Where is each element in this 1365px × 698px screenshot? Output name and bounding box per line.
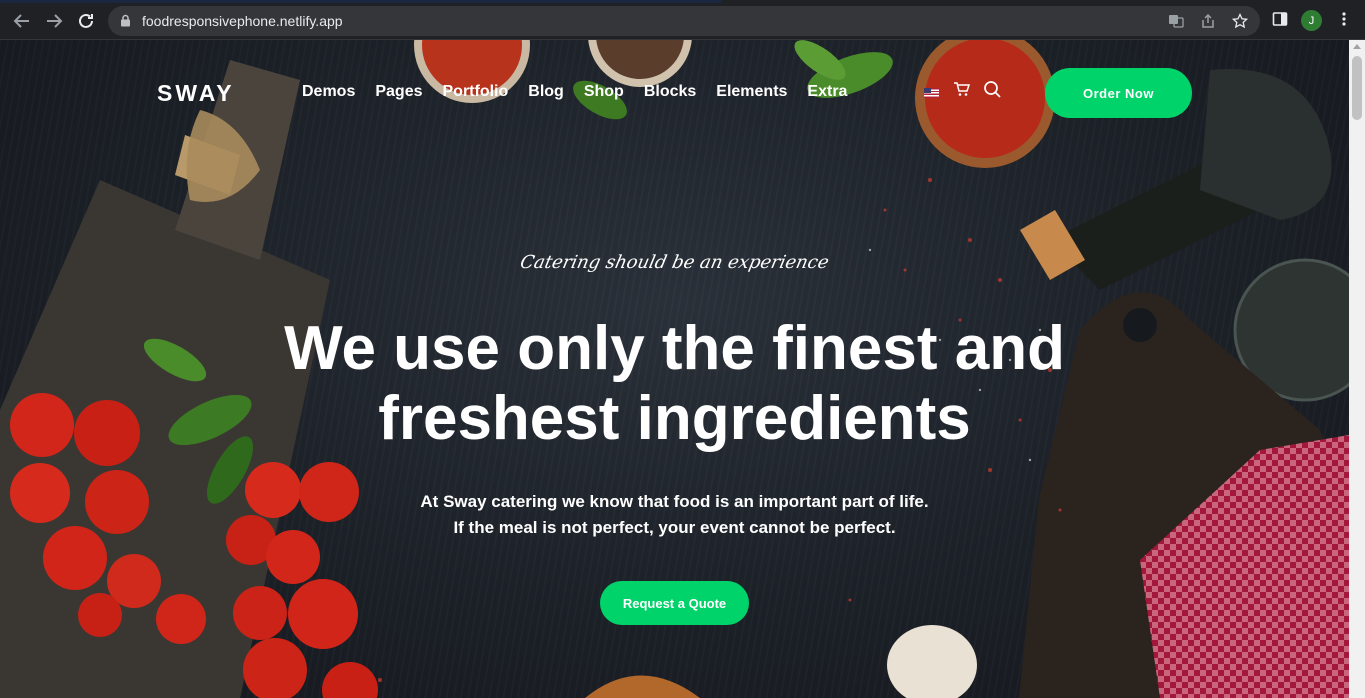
hero-headline: We use only the finest and freshest ingr… <box>0 314 1349 454</box>
tab-strip-edge <box>0 0 722 3</box>
side-panel-icon[interactable] <box>1272 11 1288 27</box>
site-logo[interactable]: SWAY <box>157 80 235 107</box>
request-quote-button[interactable]: Request a Quote <box>600 581 749 625</box>
forward-arrow-icon <box>47 14 63 28</box>
nav-item-portfolio[interactable]: Portfolio <box>443 83 509 101</box>
nav-item-demos[interactable]: Demos <box>302 83 355 101</box>
nav-item-extra[interactable]: Extra <box>807 83 847 101</box>
url-text: foodresponsivephone.netlify.app <box>142 13 343 29</box>
forward-button[interactable] <box>42 9 66 33</box>
share-icon[interactable] <box>1200 13 1216 29</box>
us-flag-icon[interactable] <box>924 88 939 98</box>
reload-icon <box>79 13 93 28</box>
search-icon[interactable] <box>983 80 1002 99</box>
hero-tagline: Catering should be an experience <box>518 252 831 273</box>
lock-icon <box>121 14 130 27</box>
subtext-line-1: At Sway catering we know that food is an… <box>420 492 929 511</box>
hero-section: SWAY Demos Pages Portfolio Blog Shop Blo… <box>0 40 1349 698</box>
browser-toolbar: foodresponsivephone.netlify.app J <box>0 0 1365 40</box>
address-bar[interactable]: foodresponsivephone.netlify.app <box>108 6 1260 36</box>
main-nav: Demos Pages Portfolio Blog Shop Blocks E… <box>302 83 867 101</box>
subtext-line-2: If the meal is not perfect, your event c… <box>453 518 896 537</box>
scroll-up-arrow-icon[interactable] <box>1353 44 1361 49</box>
nav-item-elements[interactable]: Elements <box>716 83 787 101</box>
back-arrow-icon <box>13 14 29 28</box>
nav-item-blocks[interactable]: Blocks <box>644 83 696 101</box>
nav-item-shop[interactable]: Shop <box>584 83 624 101</box>
bookmark-star-icon[interactable] <box>1232 13 1248 29</box>
nav-item-blog[interactable]: Blog <box>528 83 564 101</box>
profile-avatar[interactable]: J <box>1301 10 1322 31</box>
back-button[interactable] <box>10 9 34 33</box>
hero-subtext: At Sway catering we know that food is an… <box>0 489 1349 541</box>
order-now-button[interactable]: Order Now <box>1045 68 1192 118</box>
headline-line-1: We use only the finest and <box>284 314 1065 383</box>
reload-button[interactable] <box>74 9 98 33</box>
cart-icon[interactable] <box>953 81 970 97</box>
translate-icon[interactable] <box>1168 13 1184 29</box>
more-menu-icon[interactable] <box>1340 11 1348 27</box>
page-scrollbar[interactable] <box>1349 40 1365 698</box>
nav-item-pages[interactable]: Pages <box>375 83 422 101</box>
scrollbar-thumb[interactable] <box>1352 56 1362 120</box>
headline-line-2: freshest ingredients <box>378 384 971 453</box>
